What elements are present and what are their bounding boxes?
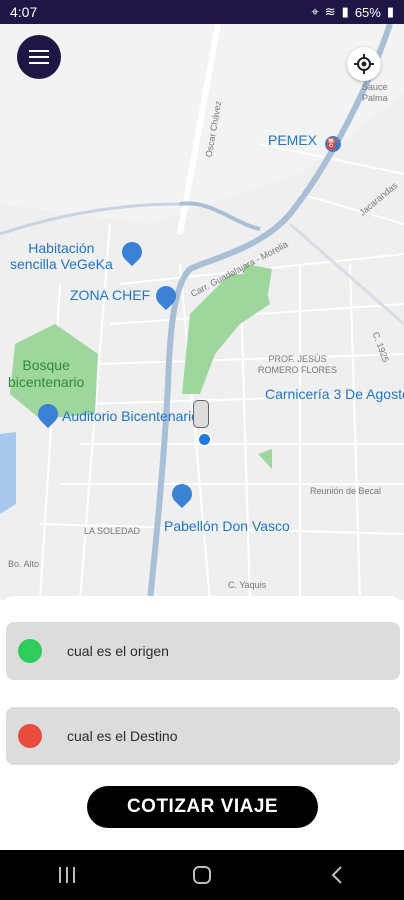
street-label: Bo. Alto <box>8 559 40 569</box>
crosshair-icon <box>354 54 374 74</box>
poi-zona-chef[interactable]: ZONA CHEF <box>70 287 150 303</box>
origin-field[interactable]: cual es el origen <box>6 622 400 680</box>
battery-percent: 65% <box>354 4 381 20</box>
fuel-pin-icon: ⛽ <box>324 136 341 152</box>
poi-bosque[interactable]: Bosque bicentenario <box>8 357 84 391</box>
poi-pabellon[interactable]: Pabellón Don Vasco <box>164 518 290 534</box>
map-canvas <box>0 24 404 600</box>
map-view[interactable]: PEMEX ⛽ Habitación sencilla VeGeKa ZONA … <box>0 24 404 600</box>
back-chevron-icon <box>331 866 342 884</box>
recents-icon <box>59 867 76 883</box>
car-icon <box>193 400 209 428</box>
locate-me-button[interactable] <box>347 47 381 81</box>
back-button[interactable] <box>307 850 367 900</box>
street-label: C. Yaquis <box>228 580 267 590</box>
poi-pemex[interactable]: PEMEX ⛽ <box>268 132 341 152</box>
status-icons: ⌖ ≋ ▮ 65% ▮ <box>311 4 394 20</box>
quote-trip-button[interactable]: COTIZAR VIAJE <box>87 786 318 828</box>
origin-dot-icon <box>18 639 42 663</box>
poi-habitacion[interactable]: Habitación sencilla VeGeKa <box>10 240 113 272</box>
wifi-icon: ≋ <box>324 4 336 19</box>
destination-dot-icon <box>18 724 42 748</box>
current-location-icon <box>197 432 212 447</box>
destination-field[interactable]: cual es el Destino <box>6 707 400 765</box>
home-button[interactable] <box>172 850 232 900</box>
street-label: Sauce Palma <box>362 82 388 103</box>
poi-auditorio[interactable]: Auditorio Bicentenario <box>62 408 199 424</box>
location-icon: ⌖ <box>311 4 319 19</box>
home-icon <box>192 866 211 884</box>
signal-icon: ▮ <box>341 4 349 19</box>
recents-button[interactable] <box>37 850 97 900</box>
hamburger-icon <box>29 50 49 64</box>
battery-icon: ▮ <box>386 4 394 19</box>
status-time: 4:07 <box>10 4 38 20</box>
poi-carniceria[interactable]: Carnicería 3 De Agosto <box>265 386 404 402</box>
system-nav-bar <box>0 850 404 900</box>
street-label: Reunión de Becal <box>310 486 382 496</box>
menu-button[interactable] <box>17 35 61 79</box>
destination-placeholder: cual es el Destino <box>67 728 178 744</box>
street-label: PROF. JESÚS ROMERO FLORES <box>258 354 338 375</box>
street-label: LA SOLEDAD <box>84 526 141 536</box>
status-bar: 4:07 ⌖ ≋ ▮ 65% ▮ <box>0 0 404 24</box>
origin-placeholder: cual es el origen <box>67 643 169 659</box>
